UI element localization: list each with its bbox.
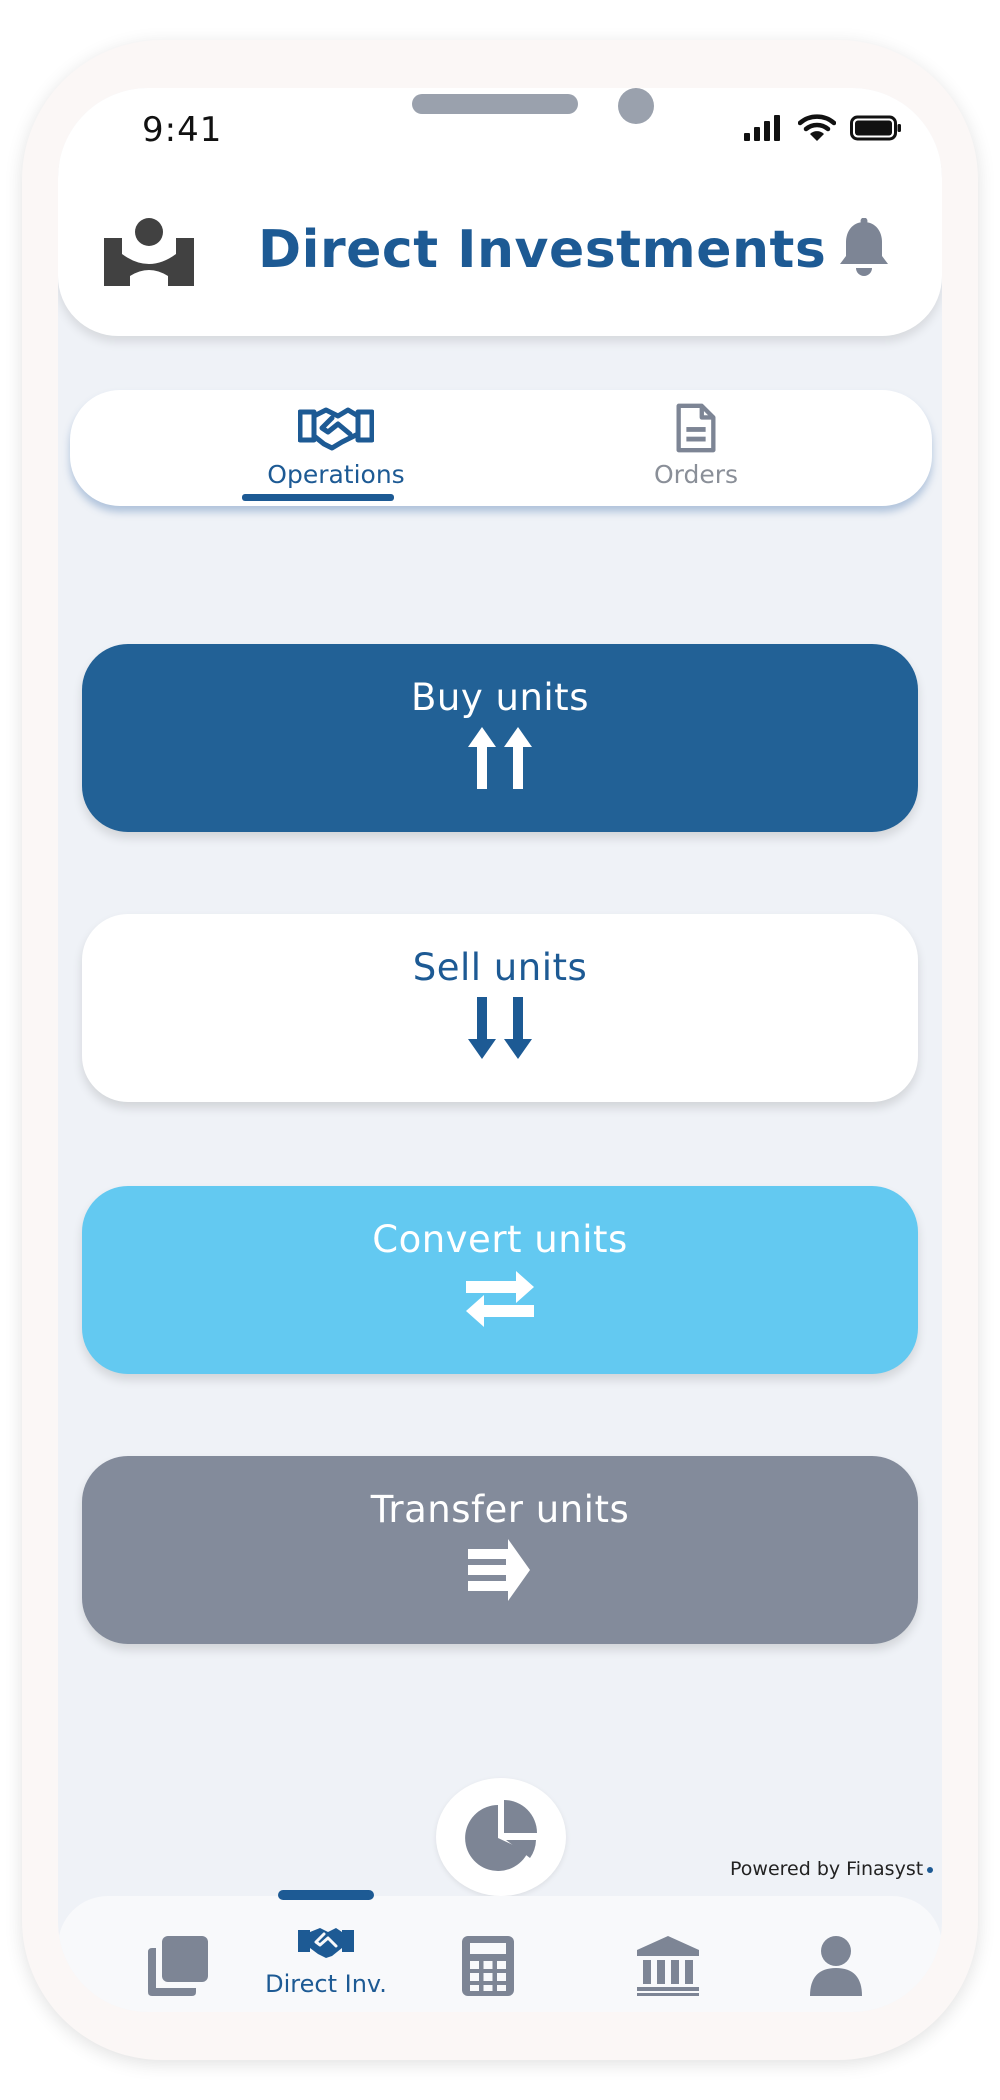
convert-units-label: Convert units <box>372 1218 628 1261</box>
tab-orders-label: Orders <box>653 460 739 489</box>
nav-label-direct-inv: Direct Inv. <box>265 1970 387 1998</box>
nav-item-bank[interactable] <box>598 1936 738 2012</box>
active-nav-indicator <box>278 1890 374 1900</box>
wifi-icon <box>798 114 836 141</box>
sell-units-button[interactable]: Sell units <box>82 914 918 1102</box>
sell-units-label: Sell units <box>412 946 588 989</box>
app-screen: 9:41 Direct Investments Operations Order… <box>58 88 942 2012</box>
app-logo-icon <box>104 218 194 286</box>
app-header: 9:41 Direct Investments <box>58 88 942 336</box>
document-icon <box>676 403 716 453</box>
brand-dot <box>927 1866 934 1873</box>
powered-by-label: Powered by Finasyst <box>730 1858 924 1880</box>
double-arrow-down-icon <box>468 997 532 1059</box>
cards-icon <box>148 1936 208 1996</box>
tab-bar: Operations Orders <box>70 390 932 506</box>
tab-operations[interactable]: Operations <box>236 402 436 506</box>
transfer-units-button[interactable]: Transfer units <box>82 1456 918 1644</box>
front-camera <box>618 88 654 124</box>
signal-icon <box>744 115 780 141</box>
swap-arrows-icon <box>466 1271 534 1327</box>
active-tab-indicator <box>242 494 394 501</box>
nav-item-calculator[interactable] <box>418 1936 558 2012</box>
portfolio-chart-button[interactable] <box>436 1778 566 1896</box>
user-icon <box>810 1936 862 1996</box>
bank-icon <box>637 1936 699 1996</box>
double-arrow-up-icon <box>468 727 532 789</box>
transfer-units-label: Transfer units <box>370 1488 630 1531</box>
convert-units-button[interactable]: Convert units <box>82 1186 918 1374</box>
powered-by-text: Powered by Finasyst <box>730 1858 934 1880</box>
nav-item-cards[interactable] <box>108 1936 248 2012</box>
battery-icon <box>850 115 901 141</box>
buy-units-label: Buy units <box>411 676 589 719</box>
transfer-arrows-icon <box>468 1539 530 1601</box>
status-icons <box>744 108 902 148</box>
calculator-icon <box>462 1936 514 1996</box>
handshake-icon <box>298 1928 354 1958</box>
bell-icon[interactable] <box>836 218 892 280</box>
status-time: 9:41 <box>142 110 223 150</box>
bottom-navigation: Direct Inv. <box>58 1890 942 2012</box>
phone-frame: 9:41 Direct Investments Operations Order… <box>22 40 978 2060</box>
buy-units-button[interactable]: Buy units <box>82 644 918 832</box>
speaker-grille <box>412 94 578 114</box>
tab-orders[interactable]: Orders <box>596 402 796 506</box>
nav-item-direct-inv[interactable]: Direct Inv. <box>256 1924 396 2012</box>
nav-item-profile[interactable] <box>766 1936 906 2012</box>
handshake-icon <box>298 407 374 451</box>
page-title: Direct Investments <box>258 220 827 280</box>
tab-operations-label: Operations <box>267 460 405 489</box>
pie-chart-icon <box>465 1800 537 1871</box>
